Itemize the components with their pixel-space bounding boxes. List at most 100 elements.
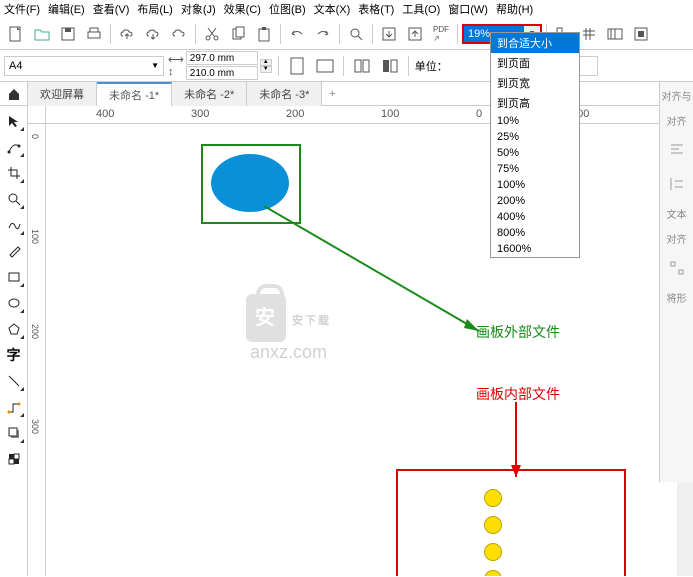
main-toolbar: PDF↗ 19% ▼ [0, 18, 693, 50]
menu-tools[interactable]: 工具(O) [402, 1, 440, 17]
zoom-option-25[interactable]: 25% [491, 129, 579, 145]
current-page-icon[interactable] [378, 54, 402, 78]
connector-tool[interactable] [3, 396, 25, 418]
menu-view[interactable]: 查看(V) [93, 1, 130, 17]
menu-bitmap[interactable]: 位图(B) [269, 1, 306, 17]
units-label: 单位： [415, 58, 448, 74]
panel-sub1: 对齐 [667, 113, 687, 128]
text-tool[interactable]: 字 [3, 344, 25, 366]
rectangle-tool[interactable] [3, 266, 25, 288]
align-center-icon[interactable] [665, 172, 689, 196]
menu-window[interactable]: 窗口(W) [448, 1, 488, 17]
blue-ellipse-shape [211, 154, 289, 212]
panel-sub2: 文本 [667, 206, 687, 221]
undo-button[interactable] [285, 22, 309, 46]
portrait-button[interactable] [285, 54, 309, 78]
paper-size-value: A4 [9, 60, 22, 72]
menu-layout[interactable]: 布局(L) [137, 1, 172, 17]
toolbox: 字 [0, 106, 28, 576]
cloud-save-icon[interactable] [141, 22, 165, 46]
distribute-icon[interactable] [665, 256, 689, 280]
redo-button[interactable] [311, 22, 335, 46]
zoom-dropdown-list: 到合适大小 到页面 到页宽 到页高 10% 25% 50% 75% 100% 2… [490, 32, 580, 258]
document-tabs: 欢迎屏幕 未命名 -1* 未命名 -2* 未命名 -3* + [0, 82, 693, 106]
launch-icon[interactable] [629, 22, 653, 46]
zoom-option-page[interactable]: 到页面 [491, 53, 579, 73]
zoom-option-width[interactable]: 到页宽 [491, 73, 579, 93]
export-icon[interactable] [403, 22, 427, 46]
dimension-spinner[interactable]: ▲▼ [260, 59, 272, 73]
crop-tool[interactable] [3, 162, 25, 184]
grid-toggle-icon[interactable] [577, 22, 601, 46]
cut-button[interactable] [200, 22, 224, 46]
panel-sub4: 将形 [667, 290, 687, 305]
paste-button[interactable] [252, 22, 276, 46]
print-button[interactable] [82, 22, 106, 46]
width-icon: ⟷ [168, 53, 184, 66]
all-pages-icon[interactable] [350, 54, 374, 78]
zoom-option-50[interactable]: 50% [491, 145, 579, 161]
page-height-input[interactable]: 210.0 mm [186, 66, 258, 80]
height-icon: ↕ [168, 66, 184, 78]
search-icon[interactable] [344, 22, 368, 46]
freehand-tool[interactable] [3, 214, 25, 236]
polygon-tool[interactable] [3, 318, 25, 340]
pdf-export-icon[interactable]: PDF↗ [429, 22, 453, 46]
zoom-option-fit[interactable]: 到合适大小 [491, 33, 579, 53]
tab-add-button[interactable]: + [322, 88, 342, 100]
open-button[interactable] [30, 22, 54, 46]
home-icon[interactable] [0, 82, 28, 106]
copy-button[interactable] [226, 22, 250, 46]
zoom-tool[interactable] [3, 188, 25, 210]
menu-edit[interactable]: 编辑(E) [48, 1, 85, 17]
menu-effects[interactable]: 效果(C) [224, 1, 261, 17]
dimension-tool[interactable] [3, 370, 25, 392]
menu-object[interactable]: 对象(J) [181, 1, 216, 17]
zoom-option-10[interactable]: 10% [491, 113, 579, 129]
save-button[interactable] [56, 22, 80, 46]
vertical-ruler[interactable]: 0 100 200 300 [28, 124, 46, 576]
menu-help[interactable]: 帮助(H) [496, 1, 533, 17]
yellow-dot [484, 543, 502, 561]
menu-bar: 文件(F) 编辑(E) 查看(V) 布局(L) 对象(J) 效果(C) 位图(B… [0, 0, 693, 18]
import-icon[interactable] [377, 22, 401, 46]
zoom-option-75[interactable]: 75% [491, 161, 579, 177]
external-label: 画板外部文件 [476, 322, 560, 342]
drawing-canvas[interactable]: 安安下载 anxz.com 画板外部文件 画板内部文件 [46, 124, 693, 576]
landscape-button[interactable] [313, 54, 337, 78]
align-left-icon[interactable] [665, 138, 689, 162]
ruler-origin[interactable] [28, 106, 46, 124]
shape-tool[interactable] [3, 136, 25, 158]
transparency-tool[interactable] [3, 448, 25, 470]
tab-doc-2[interactable]: 未命名 -2* [172, 82, 247, 106]
panel-title: 对齐与 [662, 88, 692, 103]
internal-artboard-box [396, 469, 626, 576]
cloud-sync-icon[interactable] [167, 22, 191, 46]
zoom-option-200[interactable]: 200% [491, 193, 579, 209]
options-icon[interactable] [603, 22, 627, 46]
tab-doc-3[interactable]: 未命名 -3* [247, 82, 322, 106]
zoom-option-1600[interactable]: 1600% [491, 241, 579, 257]
zoom-option-800[interactable]: 800% [491, 225, 579, 241]
yellow-dot [484, 489, 502, 507]
page-width-input[interactable]: 297.0 mm [186, 51, 258, 65]
cloud-open-icon[interactable] [115, 22, 139, 46]
new-button[interactable] [4, 22, 28, 46]
tab-welcome[interactable]: 欢迎屏幕 [28, 82, 97, 106]
pick-tool[interactable] [3, 110, 25, 132]
drop-shadow-tool[interactable] [3, 422, 25, 444]
canvas-area: 400 300 200 100 0 100 毫米 0 100 200 300 安… [28, 106, 693, 576]
paper-size-combo[interactable]: A4 ▼ [4, 56, 164, 76]
tab-doc-1[interactable]: 未命名 -1* [97, 82, 172, 106]
ellipse-tool[interactable] [3, 292, 25, 314]
zoom-option-400[interactable]: 400% [491, 209, 579, 225]
zoom-option-height[interactable]: 到页高 [491, 93, 579, 113]
menu-text[interactable]: 文本(X) [314, 1, 351, 17]
panel-sub3: 对齐 [667, 231, 687, 246]
menu-file[interactable]: 文件(F) [4, 1, 40, 17]
artistic-media-tool[interactable] [3, 240, 25, 262]
zoom-option-100[interactable]: 100% [491, 177, 579, 193]
internal-label: 画板内部文件 [476, 384, 560, 404]
horizontal-ruler[interactable]: 400 300 200 100 0 100 毫米 [46, 106, 693, 124]
menu-table[interactable]: 表格(T) [358, 1, 394, 17]
